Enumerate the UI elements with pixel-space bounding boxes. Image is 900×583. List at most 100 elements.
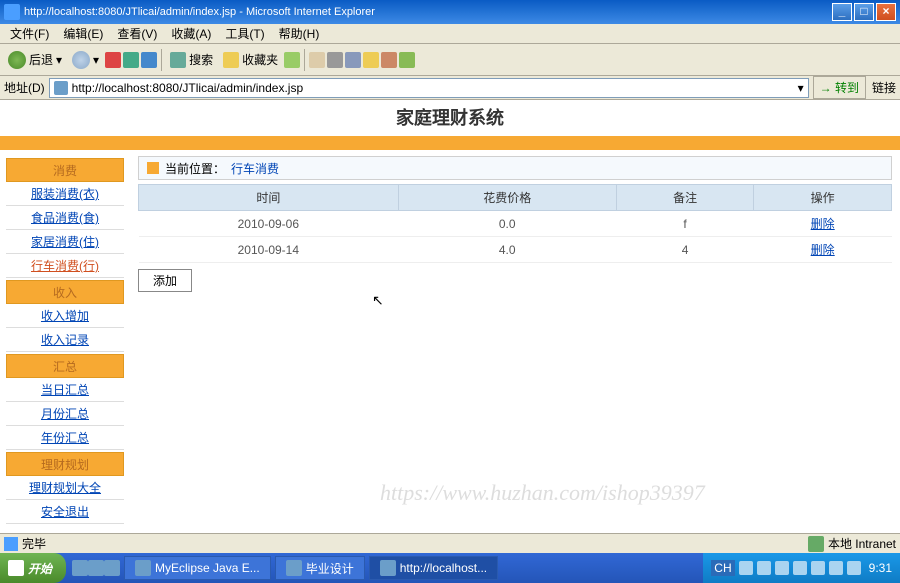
favorites-button[interactable]: 收藏夹 [219,48,282,72]
quicklaunch-icon[interactable] [88,560,104,576]
sidebar-item-label: 家居消费(住) [31,235,99,249]
breadcrumb: 当前位置： 行车消费 [138,156,892,180]
star-icon [223,52,239,68]
print-icon[interactable] [327,52,343,68]
forward-icon [72,51,90,69]
tool-icon[interactable] [381,52,397,68]
chevron-down-icon: ▾ [56,53,62,67]
url-input[interactable]: http://localhost:8080/JTlicai/admin/inde… [49,78,809,98]
tray-icon[interactable] [757,561,771,575]
menu-help[interactable]: 帮助(H) [273,23,326,44]
page-title: 家庭理财系统 [0,100,900,136]
close-button[interactable]: × [876,3,896,21]
quicklaunch-icon[interactable] [104,560,120,576]
taskbar-item[interactable]: MyEclipse Java E... [124,556,271,580]
sidebar-item-label: 收入增加 [41,309,89,323]
clock[interactable]: 9:31 [869,561,892,575]
sidebar-item[interactable]: 收入增加 [6,304,124,328]
separator [304,49,305,71]
sidebar-item[interactable]: 食品消费(食) [6,206,124,230]
system-tray: CH 9:31 [703,553,900,583]
refresh-icon[interactable] [123,52,139,68]
taskbar: 开始 MyEclipse Java E...毕业设计http://localho… [0,553,900,583]
links-label[interactable]: 链接 [872,79,896,96]
forward-button[interactable]: ▾ [68,48,103,72]
tool-icon-2[interactable] [399,52,415,68]
main-panel: 当前位置： 行车消费 时间花费价格备注操作 2010-09-060.0f删除20… [130,150,900,533]
start-button[interactable]: 开始 [0,553,66,583]
tray-icon[interactable] [847,561,861,575]
table-header: 备注 [616,185,754,211]
table-cell: f [616,211,754,237]
taskbar-item[interactable]: http://localhost... [369,556,498,580]
separator [161,49,162,71]
watermark: https://www.huzhan.com/ishop39397 [380,480,705,506]
sidebar-item[interactable]: 理财规划大全 [6,476,124,500]
edit-icon[interactable] [345,52,361,68]
stop-icon[interactable] [105,52,121,68]
table-cell: 2010-09-14 [139,237,399,263]
sidebar-item-label: 收入记录 [41,333,89,347]
go-button[interactable]: → 转到 [813,76,866,99]
back-button[interactable]: 后退▾ [4,48,66,72]
maximize-button[interactable]: □ [854,3,874,21]
table-cell: 2010-09-06 [139,211,399,237]
menubar: 文件(F) 编辑(E) 查看(V) 收藏(A) 工具(T) 帮助(H) [0,24,900,44]
menu-favorites[interactable]: 收藏(A) [165,23,217,44]
breadcrumb-label: 当前位置： [165,160,225,177]
chevron-down-icon[interactable]: ▾ [798,81,804,95]
search-button[interactable]: 搜索 [166,48,217,72]
sidebar-item[interactable]: 收入记录 [6,328,124,352]
sidebar-item-label: 月份汇总 [41,407,89,421]
delete-link[interactable]: 删除 [811,217,835,231]
address-label: 地址(D) [4,79,45,96]
tray-icon[interactable] [811,561,825,575]
header-divider [0,136,900,150]
sidebar-section-header: 消费 [6,158,124,182]
search-icon [170,52,186,68]
table-header: 时间 [139,185,399,211]
status-text: 完毕 [22,535,46,552]
sidebar-item[interactable]: 月份汇总 [6,402,124,426]
sidebar-section-header: 汇总 [6,354,124,378]
tray-icon[interactable] [739,561,753,575]
sidebar-item[interactable]: 安全退出 [6,500,124,524]
windows-icon [8,560,24,576]
table-cell: 0.0 [398,211,616,237]
menu-edit[interactable]: 编辑(E) [57,23,109,44]
home-icon[interactable] [141,52,157,68]
sidebar-item[interactable]: 当日汇总 [6,378,124,402]
menu-file[interactable]: 文件(F) [4,23,55,44]
sidebar-item-label: 年份汇总 [41,431,89,445]
app-icon [135,560,151,576]
menu-view[interactable]: 查看(V) [111,23,163,44]
zone-icon [808,536,824,552]
folder-icon[interactable] [363,52,379,68]
tray-icon[interactable] [793,561,807,575]
sidebar-item[interactable]: 年份汇总 [6,426,124,450]
sidebar-item[interactable]: 行车消费(行) [6,254,124,278]
statusbar: 完毕 本地 Intranet [0,533,900,553]
lang-indicator[interactable]: CH [711,560,734,576]
toolbar: 后退▾ ▾ 搜索 收藏夹 [0,44,900,76]
sidebar-section-header: 理财规划 [6,452,124,476]
history-icon[interactable] [284,52,300,68]
mail-icon[interactable] [309,52,325,68]
chevron-down-icon: ▾ [93,53,99,67]
tray-icon[interactable] [829,561,843,575]
add-button[interactable]: 添加 [138,269,192,292]
sidebar-item[interactable]: 家居消费(住) [6,230,124,254]
quicklaunch-icon[interactable] [72,560,88,576]
sidebar-item-label: 安全退出 [41,505,89,519]
ie-icon [4,4,20,20]
delete-link[interactable]: 删除 [811,243,835,257]
taskbar-item[interactable]: 毕业设计 [275,556,365,580]
menu-tools[interactable]: 工具(T) [219,23,270,44]
minimize-button[interactable]: _ [832,3,852,21]
tray-icon[interactable] [775,561,789,575]
breadcrumb-icon [147,162,159,174]
table-cell: 4.0 [398,237,616,263]
sidebar-item[interactable]: 服装消费(衣) [6,182,124,206]
table-row: 2010-09-060.0f 删除 [139,211,892,237]
table-cell-action: 删除 [754,237,892,263]
